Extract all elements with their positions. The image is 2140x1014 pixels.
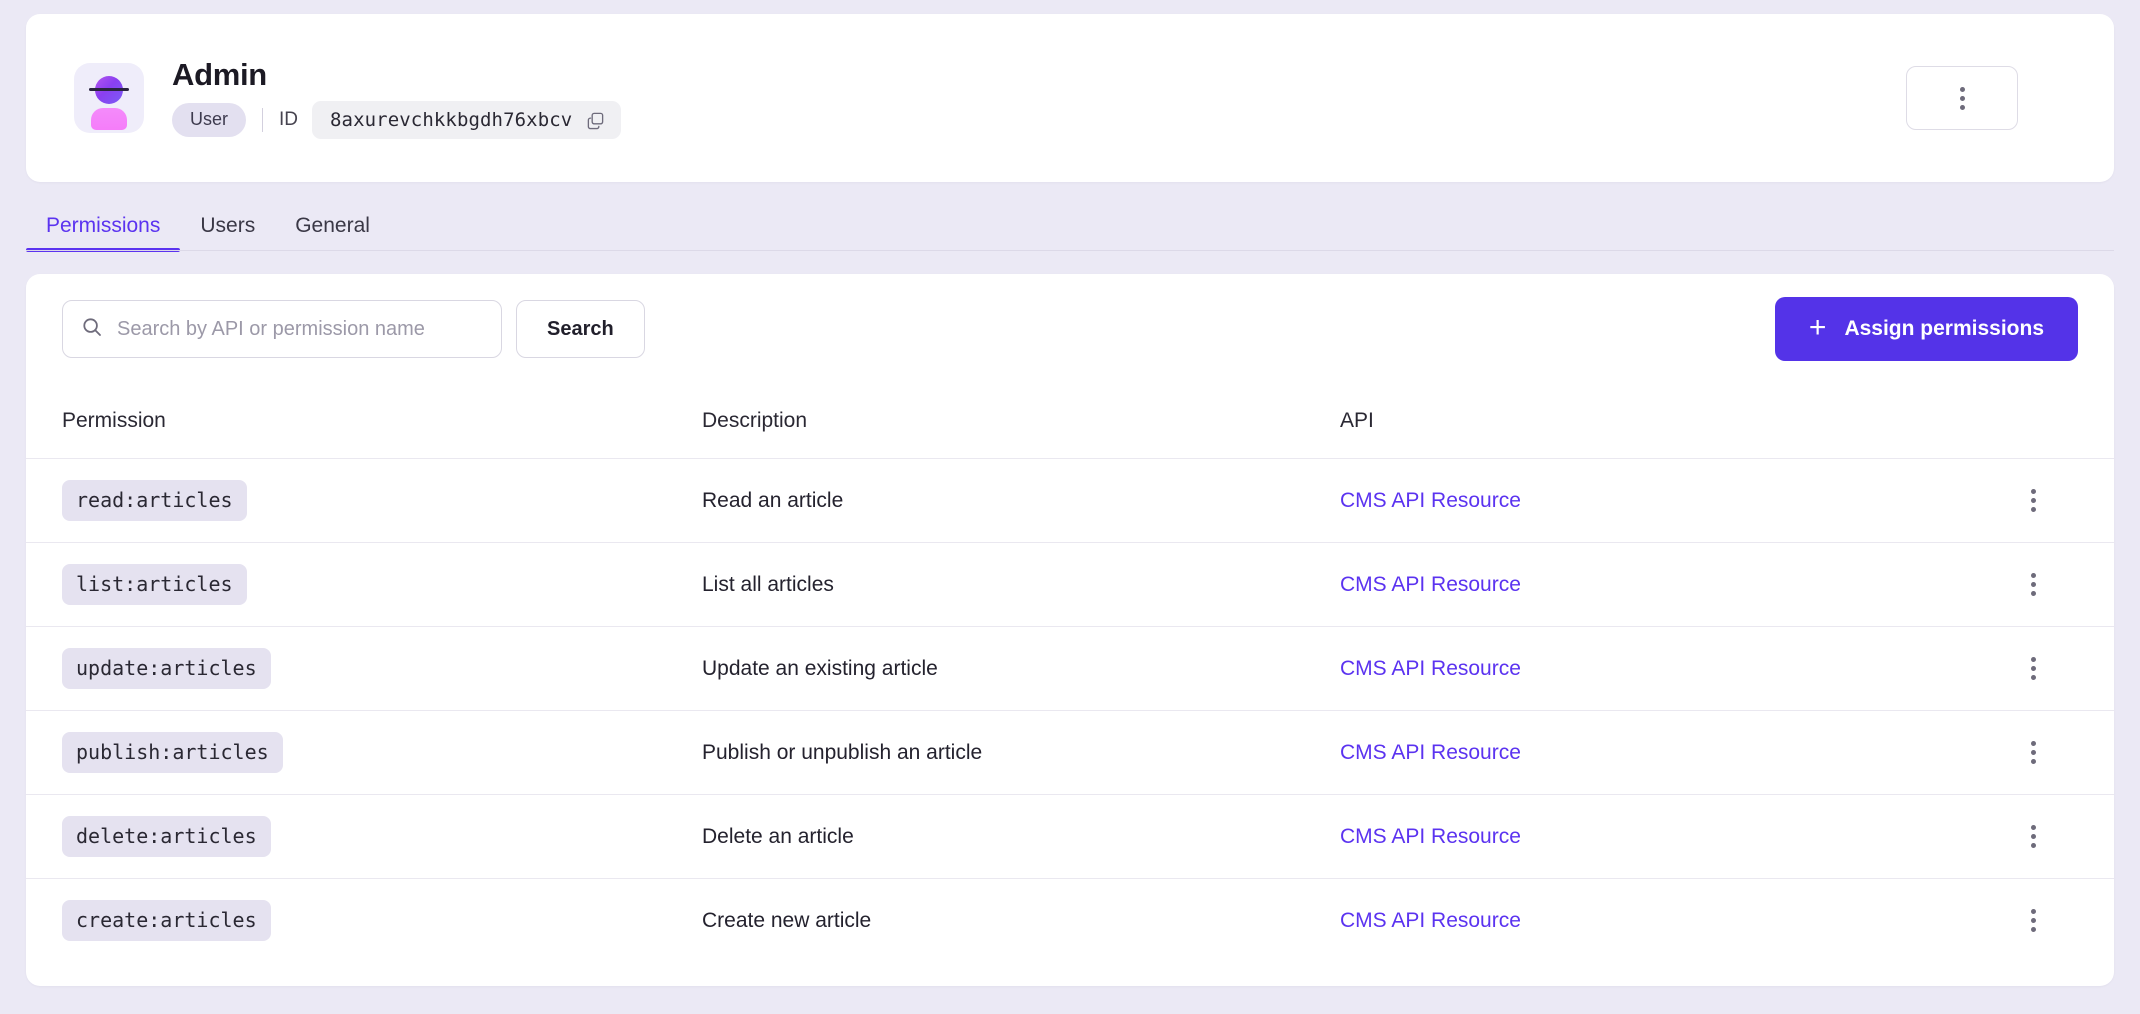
- assign-permissions-button[interactable]: + Assign permissions: [1774, 297, 2078, 361]
- user-avatar-icon: [74, 63, 144, 133]
- cell-api: CMS API Resource: [1340, 909, 1988, 933]
- profile-header-texts: Admin User ID 8axurevchkkbgdh76xbcv: [172, 56, 622, 140]
- row-overflow-menu-button[interactable]: [2011, 563, 2055, 607]
- cell-permission: publish:articles: [62, 732, 702, 773]
- cell-permission: create:articles: [62, 900, 702, 941]
- plus-icon: +: [1808, 310, 1827, 344]
- row-overflow-menu-button[interactable]: [2011, 479, 2055, 523]
- table-row: read:articles Read an article CMS API Re…: [26, 458, 2114, 542]
- user-id-value: 8axurevchkkbgdh76xbcv: [330, 109, 573, 132]
- column-header-description: Description: [702, 409, 808, 432]
- row-overflow-menu-button[interactable]: [2011, 647, 2055, 691]
- cell-permission: delete:articles: [62, 816, 702, 857]
- role-badge: User: [172, 103, 247, 137]
- profile-header-card: Admin User ID 8axurevchkkbgdh76xbcv: [26, 14, 2114, 182]
- api-resource-link[interactable]: CMS API Resource: [1340, 489, 1521, 512]
- row-overflow-menu-button[interactable]: [2011, 815, 2055, 859]
- search-button[interactable]: Search: [516, 300, 645, 358]
- permissions-panel: Search + Assign permissions Permission D…: [26, 274, 2114, 986]
- api-resource-link[interactable]: CMS API Resource: [1340, 573, 1521, 596]
- avatar-glasses-shape: [89, 88, 129, 91]
- tab-bar: Permissions Users General: [26, 196, 2114, 252]
- tab-general[interactable]: General: [275, 214, 390, 252]
- api-resource-link[interactable]: CMS API Resource: [1340, 825, 1521, 848]
- column-header-permission: Permission: [62, 409, 166, 432]
- cell-description: Read an article: [702, 488, 844, 512]
- cell-description: Delete an article: [702, 824, 854, 848]
- api-resource-link[interactable]: CMS API Resource: [1340, 909, 1521, 932]
- permission-chip: delete:articles: [62, 816, 271, 857]
- cell-api: CMS API Resource: [1340, 489, 1988, 513]
- user-id-pill[interactable]: 8axurevchkkbgdh76xbcv: [312, 101, 622, 140]
- tab-permissions-label: Permissions: [46, 214, 161, 237]
- cell-actions: [1988, 563, 2078, 607]
- id-label: ID: [279, 109, 299, 131]
- kebab-menu-icon: [2030, 825, 2036, 848]
- api-resource-link[interactable]: CMS API Resource: [1340, 657, 1521, 680]
- page-root: Admin User ID 8axurevchkkbgdh76xbcv Perm…: [0, 0, 2140, 1014]
- row-overflow-menu-button[interactable]: [2011, 731, 2055, 775]
- permission-chip: create:articles: [62, 900, 271, 941]
- cell-actions: [1988, 899, 2078, 943]
- search-icon: [81, 316, 103, 343]
- cell-api: CMS API Resource: [1340, 657, 1988, 681]
- profile-header-inner: Admin User ID 8axurevchkkbgdh76xbcv: [74, 14, 2066, 182]
- kebab-menu-icon: [2030, 657, 2036, 680]
- cell-api: CMS API Resource: [1340, 741, 1988, 765]
- table-row: publish:articles Publish or unpublish an…: [26, 710, 2114, 794]
- assign-permissions-label: Assign permissions: [1844, 317, 2044, 340]
- profile-meta-row: User ID 8axurevchkkbgdh76xbcv: [172, 101, 622, 140]
- cell-actions: [1988, 815, 2078, 859]
- cell-api: CMS API Resource: [1340, 573, 1988, 597]
- cell-permission: read:articles: [62, 480, 702, 521]
- kebab-menu-icon: [2030, 573, 2036, 596]
- table-row: list:articles List all articles CMS API …: [26, 542, 2114, 626]
- avatar-body-shape: [91, 108, 127, 130]
- table-row: update:articles Update an existing artic…: [26, 626, 2114, 710]
- cell-description: Create new article: [702, 908, 872, 932]
- column-header-api: API: [1340, 409, 1374, 432]
- search-box[interactable]: [62, 300, 502, 358]
- cell-actions: [1988, 647, 2078, 691]
- kebab-menu-icon: [2030, 909, 2036, 932]
- cell-actions: [1988, 731, 2078, 775]
- api-resource-link[interactable]: CMS API Resource: [1340, 741, 1521, 764]
- tab-users-label: Users: [200, 214, 256, 237]
- kebab-menu-icon: [1959, 86, 1965, 110]
- permission-chip: update:articles: [62, 648, 271, 689]
- header-overflow-menu-button[interactable]: [1906, 66, 2018, 130]
- cell-permission: update:articles: [62, 648, 702, 689]
- page-title: Admin: [172, 56, 267, 92]
- permission-chip: read:articles: [62, 480, 247, 521]
- meta-divider: [262, 108, 264, 133]
- table-row: create:articles Create new article CMS A…: [26, 878, 2114, 962]
- cell-description: List all articles: [702, 572, 834, 596]
- tab-bar-divider: [26, 250, 2114, 251]
- kebab-menu-icon: [2030, 489, 2036, 512]
- tab-permissions[interactable]: Permissions: [26, 214, 181, 252]
- cell-permission: list:articles: [62, 564, 702, 605]
- search-input[interactable]: [117, 317, 483, 341]
- row-overflow-menu-button[interactable]: [2011, 899, 2055, 943]
- permissions-table: Permission Description API read:articles…: [26, 384, 2114, 962]
- table-header-row: Permission Description API: [26, 384, 2114, 458]
- table-row: delete:articles Delete an article CMS AP…: [26, 794, 2114, 878]
- cell-api: CMS API Resource: [1340, 825, 1988, 849]
- kebab-menu-icon: [2030, 741, 2036, 764]
- tab-general-label: General: [295, 214, 370, 237]
- permission-chip: publish:articles: [62, 732, 283, 773]
- copy-icon[interactable]: [586, 111, 605, 130]
- tab-users[interactable]: Users: [180, 214, 275, 252]
- permissions-toolbar: Search + Assign permissions: [26, 274, 2114, 384]
- cell-description: Publish or unpublish an article: [702, 740, 983, 764]
- permission-chip: list:articles: [62, 564, 247, 605]
- cell-description: Update an existing article: [702, 656, 938, 680]
- cell-actions: [1988, 479, 2078, 523]
